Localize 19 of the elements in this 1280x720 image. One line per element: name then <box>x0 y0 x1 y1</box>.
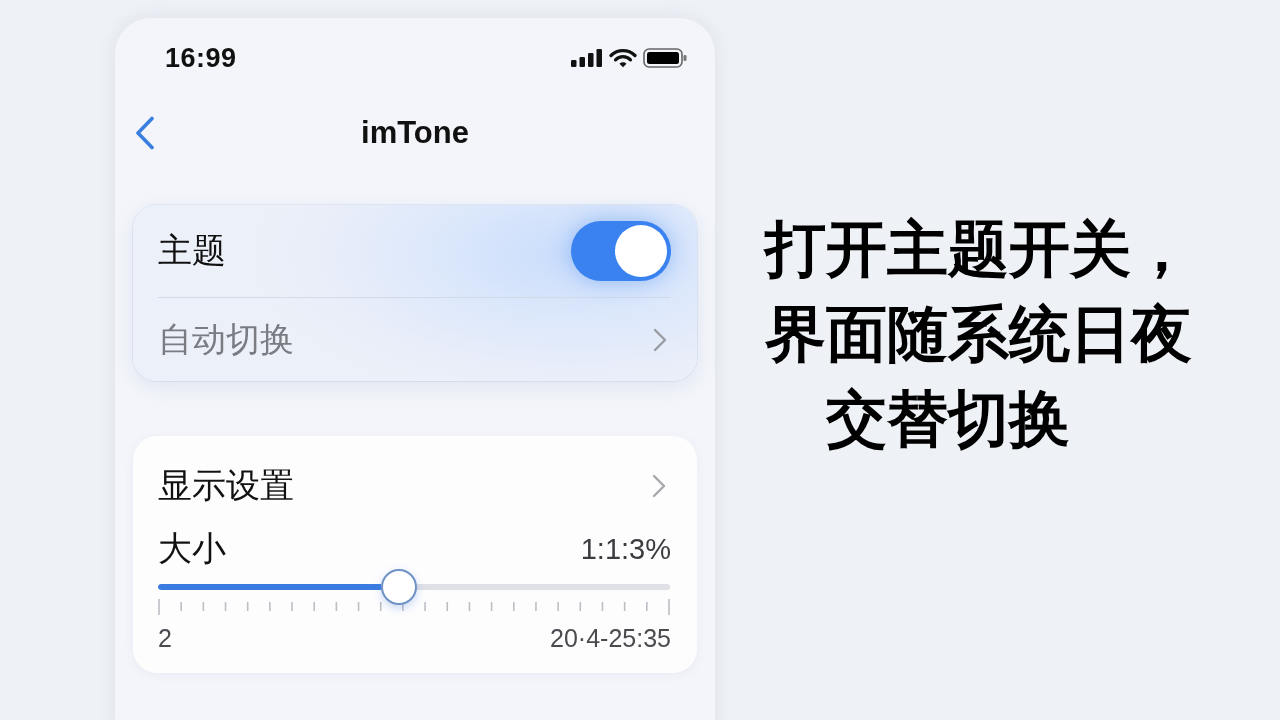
back-button[interactable] <box>135 116 155 150</box>
slider-thumb[interactable] <box>380 569 417 605</box>
battery-icon <box>643 48 687 68</box>
slider-track[interactable] <box>158 584 670 590</box>
status-time: 16:99 <box>165 42 237 74</box>
wifi-icon <box>609 48 637 68</box>
setting-label: 主题 <box>158 230 226 271</box>
back-chevron-icon <box>135 116 155 150</box>
menu-row[interactable]: 显示设置 <box>158 464 671 508</box>
slider-label: 大小 <box>158 528 226 569</box>
screen-title: imTone <box>361 115 469 151</box>
slider-reading: 1:1:3% <box>580 532 671 566</box>
toggle-switch[interactable] <box>571 221 671 281</box>
slider-max-label: 20·4-25:35 <box>550 623 671 653</box>
chevron-icon <box>652 474 666 498</box>
slider-min-label: 2 <box>158 623 172 653</box>
caption-text: 打开主题开关， 界面随系统日夜 交替切换 <box>765 212 1192 456</box>
signal-icon <box>571 49 603 67</box>
chevron-icon <box>653 327 667 352</box>
